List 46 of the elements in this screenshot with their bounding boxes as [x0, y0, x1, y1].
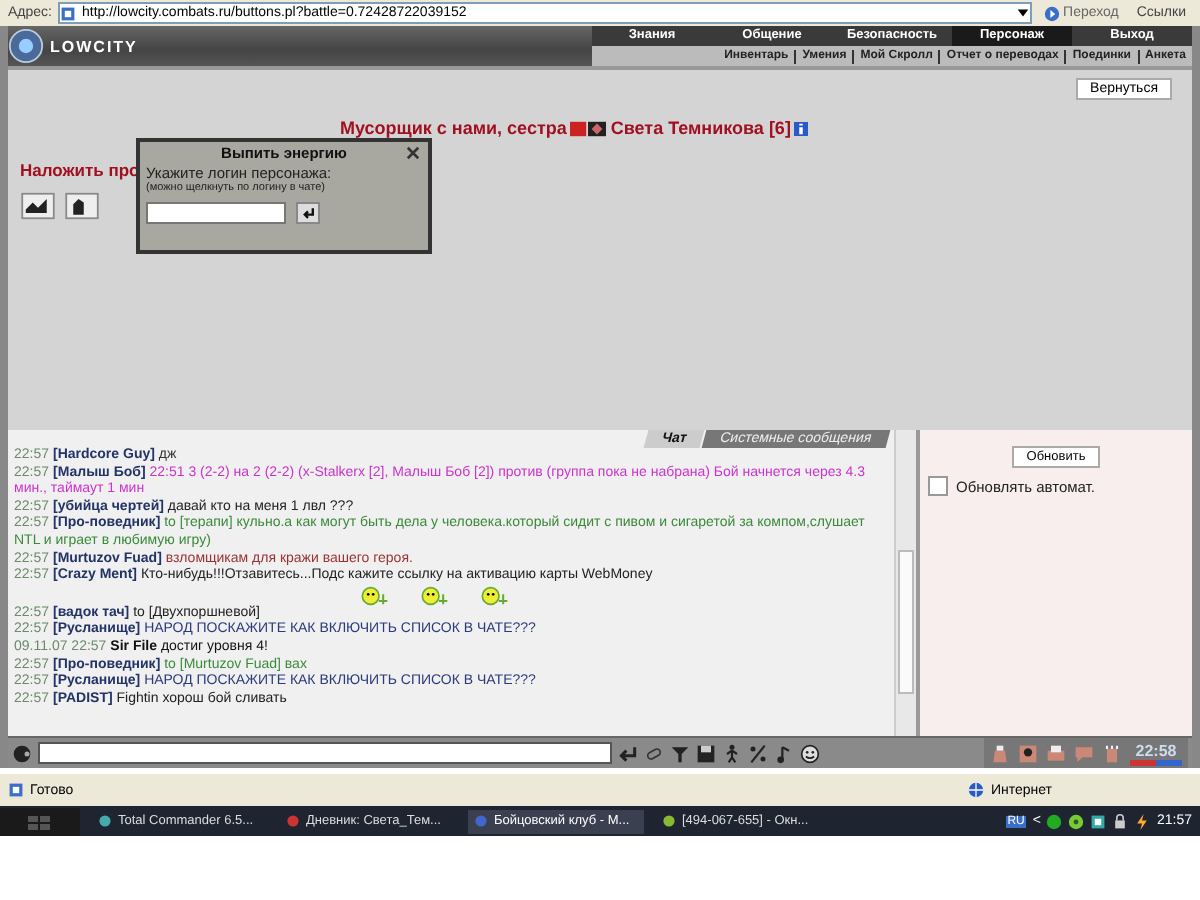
- go-arrow-icon: [1043, 5, 1060, 21]
- scrollbar[interactable]: [894, 430, 916, 736]
- walking-person-icon[interactable]: [722, 743, 742, 763]
- tower-icon[interactable]: [1102, 743, 1122, 763]
- info-icon[interactable]: [794, 121, 809, 135]
- game-clock: 22:58: [1135, 741, 1177, 759]
- chat-input[interactable]: [38, 742, 612, 764]
- flower-icon[interactable]: [1068, 813, 1085, 829]
- speaker-head-icon[interactable]: [12, 743, 32, 763]
- app-icon: [98, 814, 112, 828]
- eraser-icon[interactable]: [644, 743, 664, 763]
- music-note-icon[interactable]: [774, 743, 794, 763]
- smiley-icon[interactable]: [800, 743, 820, 763]
- checkbox[interactable]: [928, 476, 948, 496]
- save-icon[interactable]: [696, 743, 716, 763]
- start-button[interactable]: [0, 807, 80, 835]
- lightning-icon[interactable]: [1134, 813, 1151, 829]
- smiley-icon: [478, 585, 510, 606]
- dropdown-arrow-icon[interactable]: [1015, 6, 1030, 20]
- page-icon: [59, 5, 76, 21]
- portrait-icon[interactable]: [1018, 743, 1038, 763]
- close-icon[interactable]: [406, 146, 420, 160]
- printer-icon[interactable]: [1046, 743, 1066, 763]
- character-name[interactable]: Света Темникова [6]: [610, 118, 791, 138]
- lock-icon[interactable]: [1112, 813, 1129, 829]
- smiley-icon: [358, 585, 390, 606]
- globe-icon: [968, 782, 985, 798]
- confirm-button[interactable]: [296, 202, 320, 224]
- app-icon: [286, 814, 300, 828]
- status-icon[interactable]: [1046, 813, 1063, 829]
- indicator-bar: [1130, 759, 1182, 765]
- smiley-icon: [418, 585, 450, 606]
- percent-icon[interactable]: [748, 743, 768, 763]
- network-icon[interactable]: [1090, 813, 1107, 829]
- filter-icon[interactable]: [670, 743, 690, 763]
- heading-text: Мусорщик с нами, сестра: [340, 118, 567, 138]
- bag-icon[interactable]: [990, 743, 1010, 763]
- page-icon: [8, 782, 24, 798]
- app-icon: [474, 814, 488, 828]
- enter-icon: [300, 206, 316, 220]
- app-icon: [662, 814, 676, 828]
- emblem-icon: [8, 28, 44, 64]
- logo-text: LOWCITY: [50, 37, 138, 55]
- login-field[interactable]: [146, 202, 286, 224]
- enter-icon[interactable]: [618, 743, 638, 763]
- clan-emblem-icon: [570, 119, 607, 137]
